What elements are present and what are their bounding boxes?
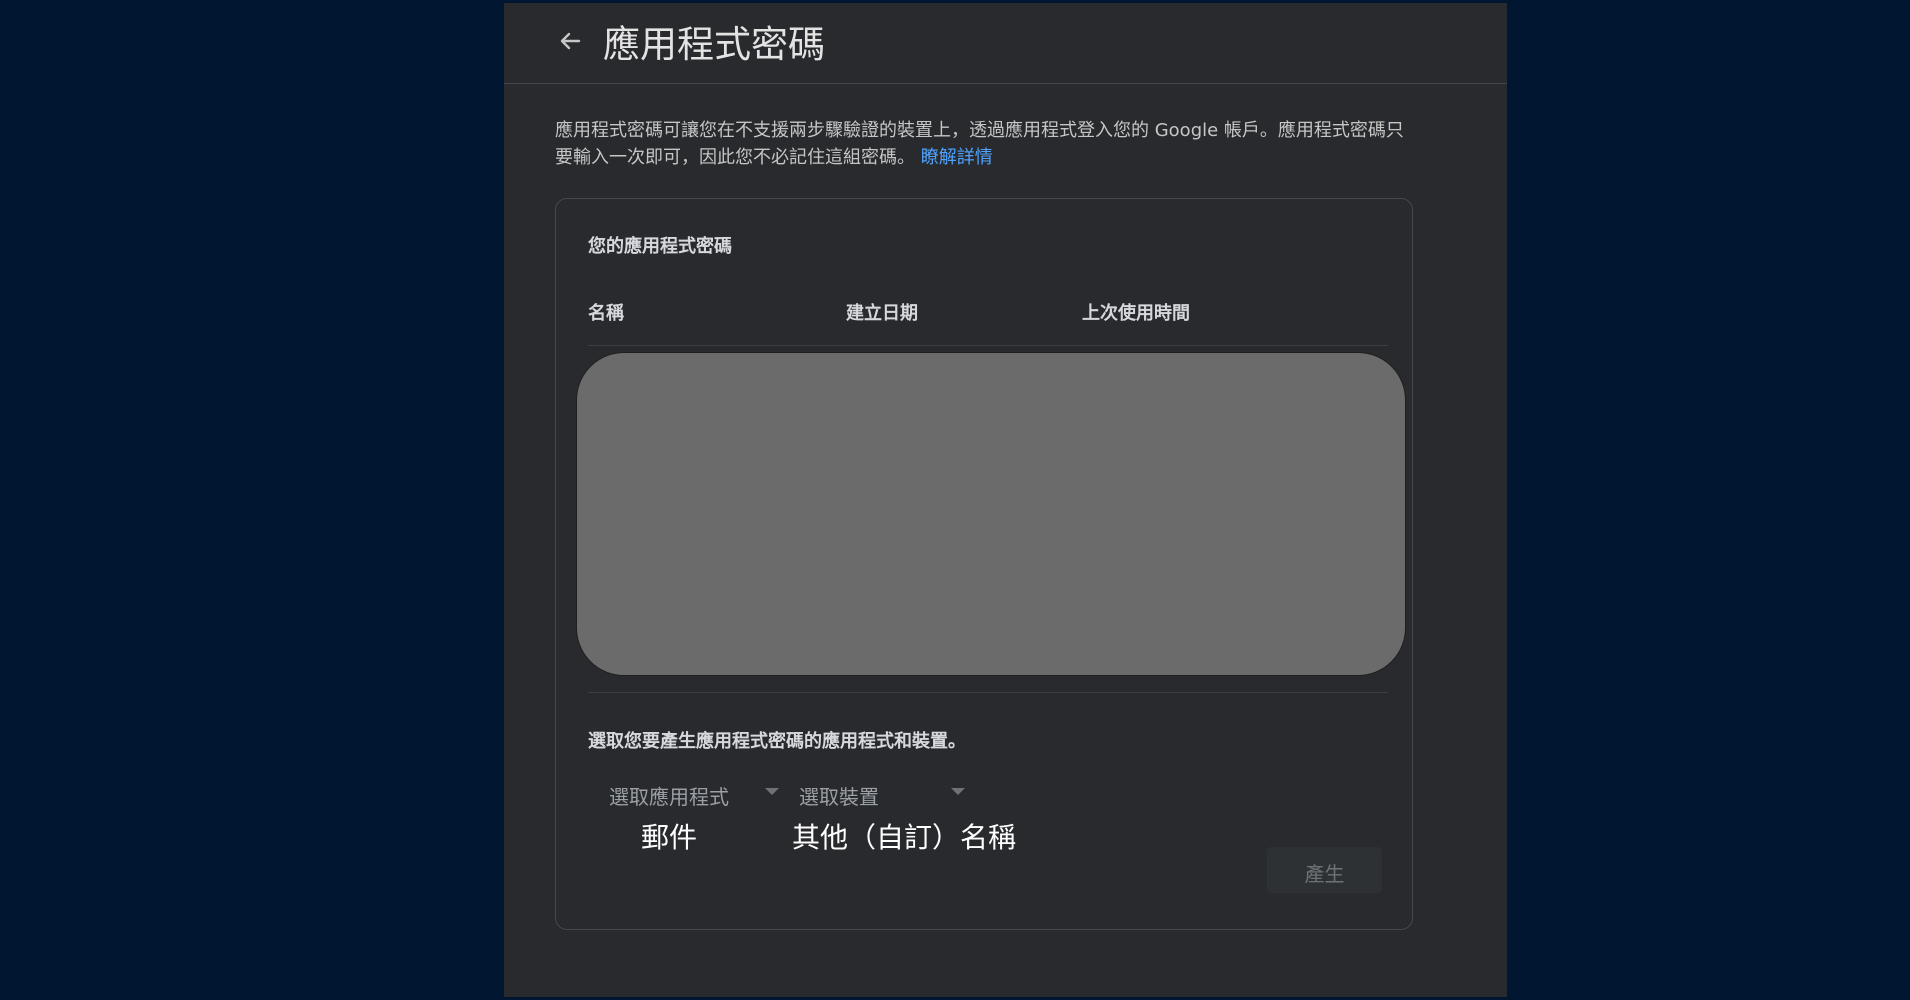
- table-header-divider: [588, 345, 1388, 346]
- device-option-custom-name[interactable]: 其他（自訂）名稱: [792, 819, 1016, 857]
- app-option-mail[interactable]: 郵件: [641, 819, 697, 857]
- column-header-name: 名稱: [588, 303, 624, 324]
- generate-button-label: 產生: [1304, 862, 1345, 886]
- column-header-created-date: 建立日期: [846, 303, 918, 324]
- caret-down-icon: [951, 788, 965, 795]
- arrow-left-icon[interactable]: [552, 23, 588, 59]
- page-header: 應用程式密碼: [504, 3, 1507, 84]
- generator-prompt: 選取您要產生應用程式密碼的應用程式和裝置。: [588, 731, 966, 752]
- caret-down-icon: [765, 788, 779, 795]
- select-device-label: 選取裝置: [799, 785, 879, 809]
- select-app-dropdown[interactable]: 選取應用程式: [606, 773, 788, 813]
- select-device-dropdown[interactable]: 選取裝置: [796, 773, 976, 813]
- redacted-password-list: [576, 352, 1406, 676]
- column-header-last-used: 上次使用時間: [1082, 303, 1190, 324]
- page-title: 應用程式密碼: [603, 23, 825, 66]
- select-app-label: 選取應用程式: [609, 785, 729, 809]
- passwords-section-title: 您的應用程式密碼: [588, 236, 732, 257]
- intro-description: 應用程式密碼可讓您在不支援兩步驟驗證的裝置上，透過應用程式登入您的 Google…: [555, 117, 1415, 171]
- generate-button[interactable]: 產生: [1267, 847, 1382, 893]
- learn-more-link[interactable]: 瞭解詳情: [921, 147, 993, 168]
- app-passwords-panel: 應用程式密碼 應用程式密碼可讓您在不支援兩步驟驗證的裝置上，透過應用程式登入您的…: [504, 3, 1507, 997]
- section-divider: [588, 692, 1388, 693]
- app-passwords-card: 您的應用程式密碼 名稱 建立日期 上次使用時間 選取您要產生應用程式密碼的應用程…: [555, 198, 1413, 930]
